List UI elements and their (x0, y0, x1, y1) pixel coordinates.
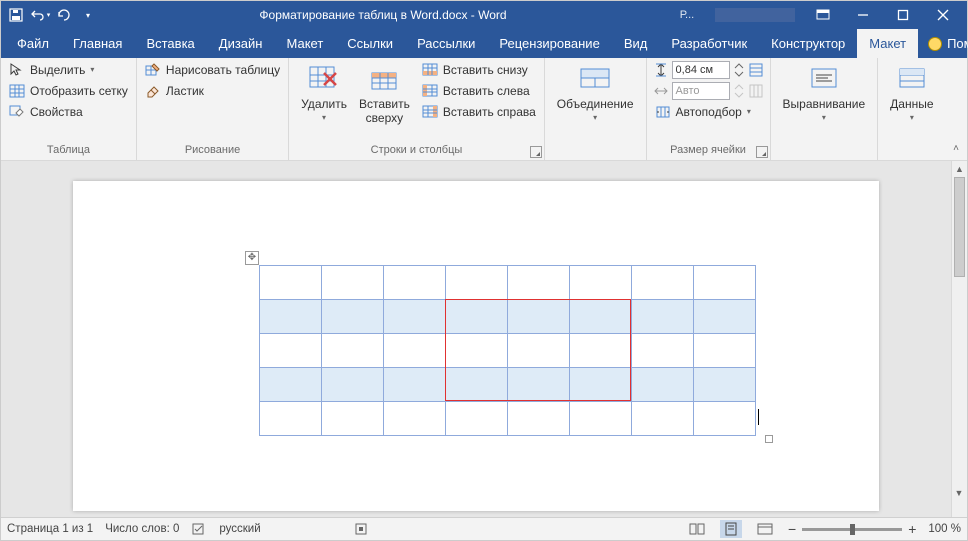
redo-button[interactable] (53, 4, 75, 26)
ribbon: Выделить▾ Отобразить сетку Свойства Табл… (1, 58, 967, 161)
maximize-button[interactable] (883, 1, 923, 29)
insert-left-icon (422, 83, 438, 99)
tab-file[interactable]: Файл (5, 29, 61, 58)
zoom-in-button[interactable]: + (908, 521, 916, 537)
autofit-button[interactable]: Автоподбор▾ (653, 103, 764, 121)
rows-cols-dialog-launcher[interactable] (530, 146, 542, 158)
tab-review[interactable]: Рецензирование (487, 29, 611, 58)
group-alignment: Выравнивание▾ (771, 58, 879, 160)
qat-customize-button[interactable]: ▾ (77, 4, 99, 26)
group-draw: Нарисовать таблицу Ластик Рисование (137, 58, 289, 160)
bulb-icon (928, 37, 942, 51)
insert-below-icon (422, 62, 438, 78)
document-area: ✥ ▲ ▼ (1, 161, 967, 517)
title-bar: ▾ ▾ Форматирование таблиц в Word.docx - … (1, 1, 967, 29)
zoom-controls: − + 100 % (788, 521, 961, 537)
group-data: Данные▾ (878, 58, 945, 160)
text-cursor (758, 409, 759, 425)
table-resize-handle[interactable] (765, 435, 773, 443)
scroll-down-button[interactable]: ▼ (951, 485, 967, 501)
window-title: Форматирование таблиц в Word.docx - Word (99, 8, 667, 22)
grid-icon (9, 83, 25, 99)
row-height-input[interactable]: 0,84 см (672, 61, 730, 79)
distribute-cols-button (748, 83, 764, 99)
delete-button[interactable]: Удалить▾ (295, 61, 353, 142)
group-rows-columns: Удалить▾ Вставитьсверху Вставить снизу В… (289, 58, 545, 160)
ribbon-tabs: Файл Главная Вставка Дизайн Макет Ссылки… (1, 29, 967, 58)
tab-mailings[interactable]: Рассылки (405, 29, 487, 58)
row-height-icon (653, 62, 669, 78)
tell-me[interactable]: Помощн (918, 29, 968, 58)
spellcheck-icon[interactable] (191, 521, 207, 537)
alignment-button[interactable]: Выравнивание▾ (777, 61, 872, 154)
minimize-button[interactable] (843, 1, 883, 29)
properties-icon (9, 104, 25, 120)
eraser-button[interactable]: Ластик (143, 82, 282, 100)
language-indicator[interactable]: русский (219, 523, 260, 535)
distribute-rows-button[interactable] (748, 62, 764, 78)
print-layout-button[interactable] (720, 520, 742, 538)
zoom-slider[interactable] (802, 528, 902, 531)
spinner-icon[interactable] (733, 62, 745, 78)
select-button[interactable]: Выделить▾ (7, 61, 130, 79)
scroll-up-button[interactable]: ▲ (952, 161, 967, 177)
alignment-icon (808, 63, 840, 95)
eraser-icon (145, 83, 161, 99)
draw-table-button[interactable]: Нарисовать таблицу (143, 61, 282, 79)
tab-insert[interactable]: Вставка (134, 29, 206, 58)
tab-developer[interactable]: Разработчик (659, 29, 759, 58)
vertical-scrollbar[interactable]: ▲ ▼ (951, 161, 967, 517)
page[interactable]: ✥ (73, 181, 879, 511)
tab-table-layout[interactable]: Макет (857, 29, 918, 58)
page-indicator[interactable]: Страница 1 из 1 (7, 523, 93, 535)
tab-view[interactable]: Вид (612, 29, 660, 58)
status-bar: Страница 1 из 1 Число слов: 0 русский − … (1, 517, 967, 540)
tab-design[interactable]: Дизайн (207, 29, 275, 58)
ribbon-display-button[interactable] (803, 1, 843, 29)
spinner-icon (733, 83, 745, 99)
tab-home[interactable]: Главная (61, 29, 134, 58)
insert-below-button[interactable]: Вставить снизу (420, 61, 538, 79)
insert-right-icon (422, 104, 438, 120)
col-width-icon (653, 83, 669, 99)
close-button[interactable] (923, 1, 963, 29)
tab-references[interactable]: Ссылки (335, 29, 405, 58)
zoom-out-button[interactable]: − (788, 521, 796, 537)
autofit-icon (655, 104, 671, 120)
insert-above-icon (368, 63, 400, 95)
account-label[interactable]: Р... (667, 9, 707, 21)
zoom-level[interactable]: 100 % (928, 523, 961, 535)
macro-icon[interactable] (353, 521, 369, 537)
merge-button[interactable]: Объединение▾ (551, 61, 640, 154)
quick-access-toolbar: ▾ ▾ (5, 4, 99, 26)
group-table: Выделить▾ Отобразить сетку Свойства Табл… (1, 58, 137, 160)
word-count[interactable]: Число слов: 0 (105, 523, 179, 535)
pencil-table-icon (145, 62, 161, 78)
group-merge: Объединение▾ (545, 58, 647, 160)
cell-size-dialog-launcher[interactable] (756, 146, 768, 158)
data-icon (896, 63, 928, 95)
merge-icon (579, 63, 611, 95)
collapse-ribbon-button[interactable]: ˄ (949, 143, 963, 157)
properties-button[interactable]: Свойства (7, 103, 130, 121)
cursor-icon (9, 62, 25, 78)
insert-above-button[interactable]: Вставитьсверху (353, 61, 416, 142)
scroll-thumb[interactable] (954, 177, 965, 277)
insert-right-button[interactable]: Вставить справа (420, 103, 538, 121)
tab-table-design[interactable]: Конструктор (759, 29, 857, 58)
read-mode-button[interactable] (686, 520, 708, 538)
tab-layout[interactable]: Макет (274, 29, 335, 58)
document-table[interactable] (259, 265, 756, 436)
view-gridlines-button[interactable]: Отобразить сетку (7, 82, 130, 100)
delete-table-icon (308, 63, 340, 95)
col-width-input[interactable]: Авто (672, 82, 730, 100)
insert-left-button[interactable]: Вставить слева (420, 82, 538, 100)
group-cell-size: 0,84 см Авто Автоподбор▾ Размер ячейки (647, 58, 771, 160)
data-button[interactable]: Данные▾ (884, 61, 939, 154)
undo-button[interactable]: ▾ (29, 4, 51, 26)
table-move-handle[interactable]: ✥ (245, 251, 259, 265)
save-button[interactable] (5, 4, 27, 26)
web-layout-button[interactable] (754, 520, 776, 538)
